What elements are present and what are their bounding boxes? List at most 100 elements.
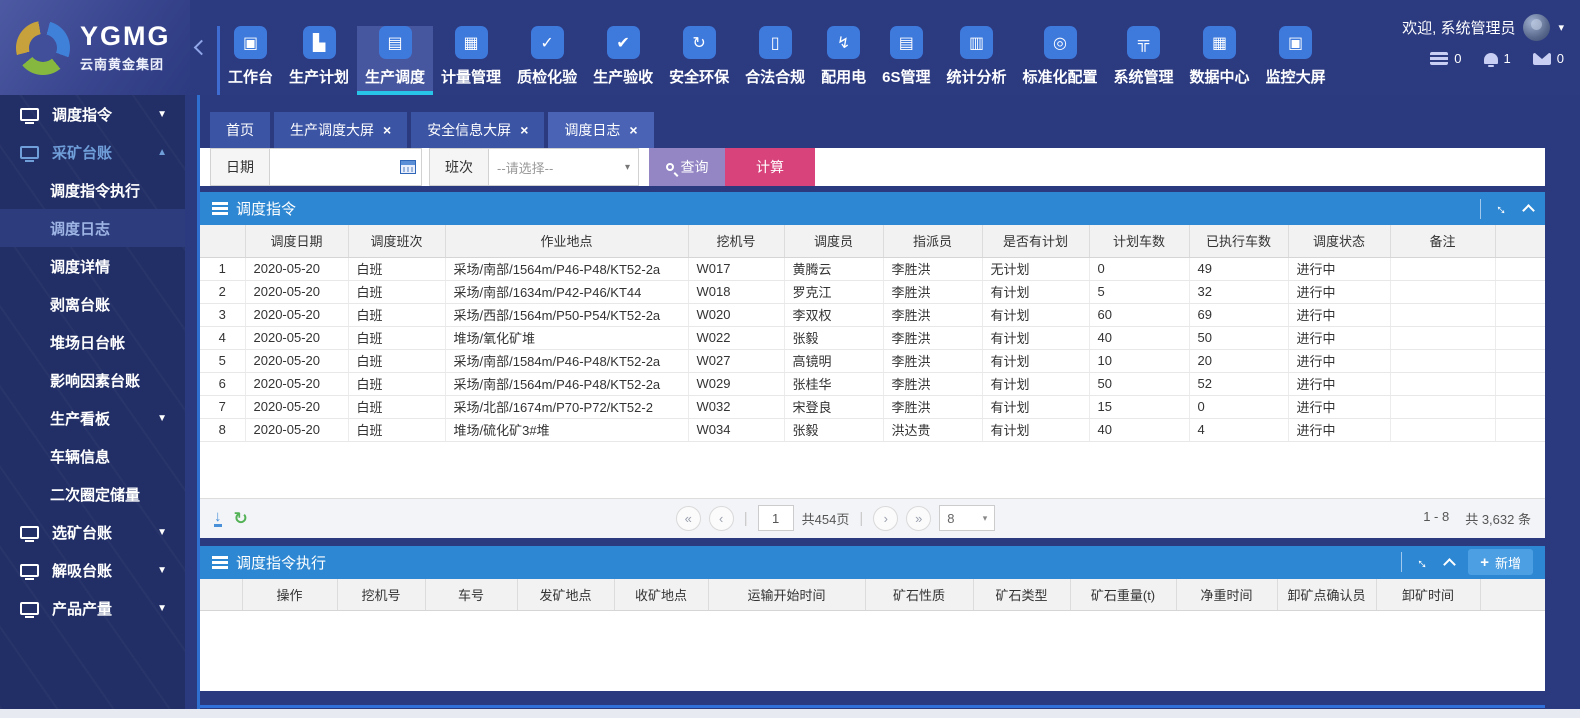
sidebar-item-label: 调度详情: [50, 256, 110, 277]
calc-button[interactable]: 计算: [725, 148, 815, 186]
column-header: 调度日期: [245, 225, 348, 257]
collapse-icon[interactable]: [1443, 558, 1456, 571]
tab-close-icon[interactable]: [520, 123, 528, 137]
column-header: [200, 579, 242, 611]
sidebar-item[interactable]: 生产看板: [0, 399, 185, 437]
sidebar-item-label: 剥离台账: [50, 294, 110, 315]
table-row[interactable]: 4 2020-05-20 白班 堆场/氧化矿堆 W022 张毅 李胜洪 有计划 …: [200, 326, 1545, 349]
topnav-item[interactable]: 系统管理: [1106, 26, 1182, 95]
cell-assigner: 李胜洪: [883, 395, 982, 418]
sidebar-item[interactable]: 采矿台账: [0, 133, 185, 171]
topnav-item-label: 系统管理: [1114, 66, 1174, 87]
add-button[interactable]: + 新增: [1468, 549, 1533, 575]
sidebar-item-caret-icon: [157, 565, 167, 576]
table-row[interactable]: 8 2020-05-20 白班 堆场/硫化矿3#堆 W034 张毅 洪达贵 有计…: [200, 418, 1545, 441]
sidebar-item[interactable]: 影响因素台账: [0, 361, 185, 399]
calendar-icon[interactable]: [400, 160, 416, 174]
cell-executed-trucks: 0: [1189, 395, 1288, 418]
expand-icon[interactable]: ↔: [1492, 198, 1513, 219]
query-button[interactable]: 查询: [649, 148, 725, 186]
topnav-item-icon: [1127, 26, 1160, 59]
topnav-item[interactable]: 质检化验: [509, 26, 585, 95]
last-page-button[interactable]: »: [906, 506, 931, 531]
tab-close-icon[interactable]: [383, 123, 391, 137]
sidebar-collapse-icon[interactable]: [194, 40, 210, 56]
list-icon: [212, 202, 228, 215]
topnav-item[interactable]: 标准化配置: [1015, 26, 1106, 95]
page-number-input[interactable]: [758, 505, 794, 531]
table-row[interactable]: 3 2020-05-20 白班 采场/西部/1564m/P50-P54/KT52…: [200, 303, 1545, 326]
cell-extra: [1495, 349, 1545, 372]
notification-badge[interactable]: 1: [1484, 51, 1511, 66]
topnav-item[interactable]: 生产计划: [281, 26, 357, 95]
cell-status: 进行中: [1288, 395, 1390, 418]
table-empty-space: [200, 442, 1545, 498]
date-input[interactable]: [270, 149, 421, 185]
tab[interactable]: 首页: [210, 112, 270, 148]
column-header: 卸矿时间: [1376, 579, 1480, 611]
cell-row-number: 2: [200, 280, 245, 303]
cell-work-site: 采场/南部/1564m/P46-P48/KT52-2a: [445, 372, 688, 395]
cell-work-site: 采场/南部/1584m/P46-P48/KT52-2a: [445, 349, 688, 372]
badge-icon: [1484, 53, 1498, 64]
table-row[interactable]: 2 2020-05-20 白班 采场/南部/1634m/P42-P46/KT44…: [200, 280, 1545, 303]
cell-planned-trucks: 5: [1089, 280, 1189, 303]
table-row[interactable]: 6 2020-05-20 白班 采场/南部/1564m/P46-P48/KT52…: [200, 372, 1545, 395]
tab[interactable]: 安全信息大屏: [411, 112, 544, 148]
sidebar-item[interactable]: 剥离台账: [0, 285, 185, 323]
prev-page-button[interactable]: ‹: [709, 506, 734, 531]
first-page-button[interactable]: «: [676, 506, 701, 531]
sidebar-item[interactable]: 二次圈定储量: [0, 475, 185, 513]
expand-icon[interactable]: ↔: [1413, 551, 1434, 572]
sidebar-item[interactable]: 解吸台账: [0, 551, 185, 589]
topnav-item[interactable]: 工作台: [220, 26, 281, 95]
cell-assigner: 李胜洪: [883, 303, 982, 326]
cell-remark: [1390, 303, 1495, 326]
cell-executed-trucks: 49: [1189, 257, 1288, 280]
table-row[interactable]: 5 2020-05-20 白班 采场/南部/1584m/P46-P48/KT52…: [200, 349, 1545, 372]
sidebar-item[interactable]: 产品产量: [0, 589, 185, 627]
cell-shift: 白班: [348, 257, 445, 280]
notification-badge[interactable]: 0: [1430, 51, 1461, 66]
notification-badge[interactable]: 0: [1533, 51, 1564, 66]
sidebar-item[interactable]: 调度指令执行: [0, 171, 185, 209]
avatar[interactable]: [1523, 14, 1550, 41]
topnav-item-label: 生产计划: [289, 66, 349, 87]
column-header: 计划车数: [1089, 225, 1189, 257]
cell-planned-trucks: 15: [1089, 395, 1189, 418]
sidebar-item[interactable]: 调度指令: [0, 95, 185, 133]
horizontal-scrollbar[interactable]: [0, 709, 1580, 718]
topnav-item[interactable]: 合法合规: [737, 26, 813, 95]
refresh-icon[interactable]: [234, 510, 248, 527]
user-menu[interactable]: 欢迎, 系统管理员 ▾: [1402, 14, 1564, 41]
sidebar: 调度指令 采矿台账 调度指令执行 调度日志: [0, 95, 185, 709]
topnav-item[interactable]: 计量管理: [433, 26, 509, 95]
topnav-item[interactable]: 数据中心: [1182, 26, 1258, 95]
download-icon[interactable]: [214, 509, 222, 527]
next-page-button[interactable]: ›: [873, 506, 898, 531]
tab[interactable]: 生产调度大屏: [274, 112, 407, 148]
topnav-item[interactable]: 生产调度: [357, 26, 433, 95]
tab[interactable]: 调度日志: [548, 112, 653, 148]
topnav-item[interactable]: 监控大屏: [1258, 26, 1334, 95]
sidebar-item[interactable]: 调度详情: [0, 247, 185, 285]
sidebar-item[interactable]: 车辆信息: [0, 437, 185, 475]
topnav-item[interactable]: 生产验收: [585, 26, 661, 95]
column-header: [1495, 225, 1545, 257]
collapse-icon[interactable]: [1522, 204, 1535, 217]
sidebar-item[interactable]: 堆场日台帐: [0, 323, 185, 361]
topnav-item[interactable]: 6S管理: [874, 26, 938, 95]
topnav-item[interactable]: 统计分析: [939, 26, 1015, 95]
cell-has-plan: 有计划: [982, 326, 1089, 349]
table-row[interactable]: 7 2020-05-20 白班 采场/北部/1674m/P70-P72/KT52…: [200, 395, 1545, 418]
tab-close-icon[interactable]: [629, 123, 637, 137]
page-size-select[interactable]: 8 ▾: [939, 505, 995, 531]
sidebar-item[interactable]: 调度日志: [0, 209, 185, 247]
shift-select[interactable]: --请选择-- ▾: [489, 148, 639, 186]
topnav-item[interactable]: 配用电: [813, 26, 874, 95]
shift-label: 班次: [429, 148, 489, 186]
column-header: 矿石重量(t): [1070, 579, 1176, 611]
topnav-item[interactable]: 安全环保: [661, 26, 737, 95]
table-row[interactable]: 1 2020-05-20 白班 采场/南部/1564m/P46-P48/KT52…: [200, 257, 1545, 280]
sidebar-item[interactable]: 选矿台账: [0, 513, 185, 551]
